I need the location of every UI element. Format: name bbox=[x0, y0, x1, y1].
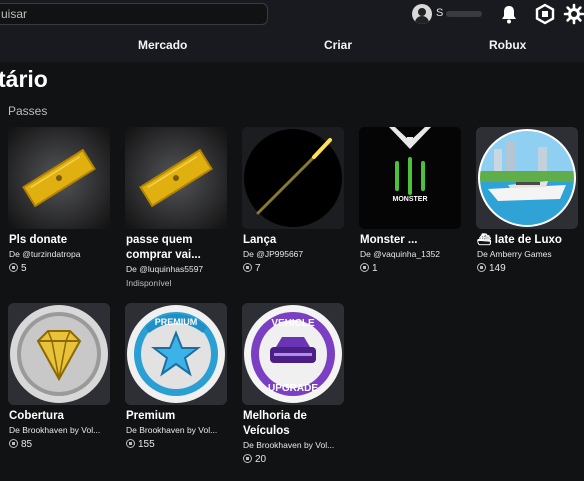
item-thumbnail[interactable] bbox=[125, 127, 227, 229]
robux-coin-icon bbox=[360, 263, 369, 272]
nav-mercado[interactable]: Mercado bbox=[138, 38, 187, 52]
robux-coin-icon bbox=[243, 454, 252, 463]
item-creator[interactable]: De Brookhaven by Vol... bbox=[243, 440, 334, 450]
item-creator[interactable]: De @luquinhas5597 bbox=[126, 264, 203, 274]
upgrade-label: UPGRADE bbox=[268, 383, 318, 394]
vehicle-label: VEHICLE bbox=[271, 318, 315, 329]
item-name[interactable]: Cobertura bbox=[9, 409, 117, 424]
item-price: 7 bbox=[243, 263, 261, 274]
item-creator[interactable]: De Amberry Games bbox=[477, 249, 552, 259]
item-name[interactable]: Pls donate bbox=[9, 233, 117, 248]
item-price: 85 bbox=[9, 439, 32, 450]
price-value: 149 bbox=[489, 263, 506, 274]
item-creator[interactable]: De @turzindatropa bbox=[9, 249, 80, 259]
monster-shirt-image: MONSTER bbox=[359, 127, 461, 229]
monster-logo-text: MONSTER bbox=[393, 196, 428, 203]
search-input[interactable]: uisar bbox=[0, 3, 268, 25]
gear-icon[interactable] bbox=[563, 3, 584, 25]
robux-coin-icon bbox=[126, 439, 135, 448]
item-thumbnail[interactable] bbox=[8, 127, 110, 229]
ticket-image bbox=[125, 127, 227, 229]
item-creator[interactable]: De @JP995667 bbox=[243, 249, 303, 259]
robux-coin-icon bbox=[9, 263, 18, 272]
vehicle-upgrade-image: VEHICLE UPGRADE bbox=[242, 303, 344, 405]
item-name[interactable]: passe quem comprar vai... bbox=[126, 233, 234, 263]
item-thumbnail[interactable]: VEHICLE UPGRADE bbox=[242, 303, 344, 405]
item-name[interactable]: Lança bbox=[243, 233, 351, 248]
bell-icon[interactable] bbox=[498, 3, 520, 25]
item-name[interactable]: Melhoria de Veículos bbox=[243, 409, 351, 439]
price-value: 1 bbox=[372, 263, 378, 274]
avatar-head bbox=[418, 8, 426, 16]
robux-icon[interactable] bbox=[534, 3, 556, 25]
section-title-passes: Passes bbox=[8, 104, 48, 118]
nav-robux[interactable]: Robux bbox=[489, 38, 526, 52]
avatar-body bbox=[415, 16, 429, 24]
page-title: tário bbox=[0, 66, 48, 92]
username-redacted bbox=[446, 11, 482, 17]
item-price: 155 bbox=[126, 439, 155, 450]
item-price: 149 bbox=[477, 263, 506, 274]
item-thumbnail[interactable] bbox=[476, 127, 578, 229]
price-value: 7 bbox=[255, 263, 261, 274]
item-status: Indisponível bbox=[126, 278, 172, 288]
username[interactable]: S bbox=[436, 7, 443, 19]
diamond-badge-image bbox=[8, 303, 110, 405]
item-price: 1 bbox=[360, 263, 378, 274]
yacht-image bbox=[476, 127, 578, 229]
item-creator[interactable]: De Brookhaven by Vol... bbox=[126, 425, 217, 435]
item-thumbnail[interactable]: MONSTER bbox=[359, 127, 461, 229]
nav-criar[interactable]: Criar bbox=[324, 38, 352, 52]
ticket-image bbox=[8, 127, 110, 229]
robux-coin-icon bbox=[477, 263, 486, 272]
item-thumbnail[interactable]: PREMIUM bbox=[125, 303, 227, 405]
item-thumbnail[interactable] bbox=[8, 303, 110, 405]
item-thumbnail[interactable] bbox=[242, 127, 344, 229]
top-navigation-bar: uisar S Mercado Criar Robux bbox=[0, 0, 584, 62]
item-creator[interactable]: De Brookhaven by Vol... bbox=[9, 425, 100, 435]
price-value: 85 bbox=[21, 439, 33, 450]
user-avatar[interactable] bbox=[412, 4, 432, 24]
robux-coin-icon bbox=[9, 439, 18, 448]
price-value: 155 bbox=[138, 439, 155, 450]
item-name[interactable]: ⛴ Iate de Luxo bbox=[477, 233, 584, 248]
premium-star-image: PREMIUM bbox=[125, 303, 227, 405]
item-name[interactable]: Monster ... bbox=[360, 233, 468, 248]
spear-image bbox=[242, 127, 344, 229]
item-price: 5 bbox=[9, 263, 27, 274]
price-value: 5 bbox=[21, 263, 27, 274]
price-value: 20 bbox=[255, 454, 267, 465]
item-price: 20 bbox=[243, 454, 266, 465]
item-creator[interactable]: De @vaquinha_1352 bbox=[360, 249, 440, 259]
robux-coin-icon bbox=[243, 263, 252, 272]
item-name[interactable]: Premium bbox=[126, 409, 234, 424]
premium-banner-text: PREMIUM bbox=[155, 317, 198, 327]
